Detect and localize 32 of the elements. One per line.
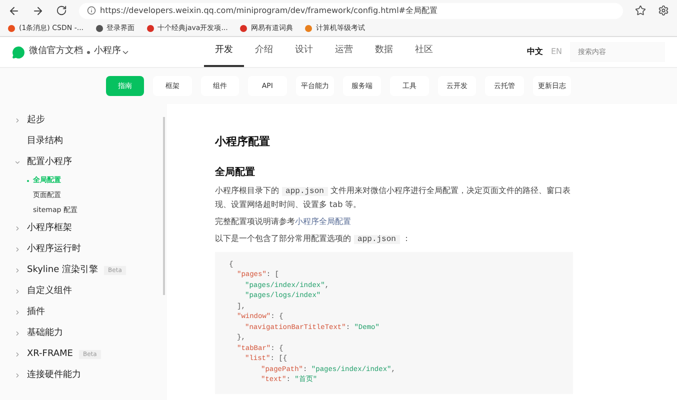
sidebar-item[interactable]: 自定义组件 — [14, 281, 167, 302]
sidebar-item[interactable]: 目录结构 — [14, 131, 167, 152]
product-menu[interactable]: 小程序 — [94, 45, 121, 59]
address-bar[interactable]: https://developers.weixin.qq.com/miniprogram/dev/framework/config.html#全局配置 — [79, 2, 623, 18]
sidebar-item[interactable]: 配置小程序 — [14, 152, 167, 173]
brand-title: 微信官方文档 — [29, 45, 83, 58]
sidebar-item[interactable]: 连接硬件能力 — [14, 365, 167, 386]
nav-tab[interactable]: 数据 — [364, 37, 404, 67]
paragraph: 完整配置项说明请参考小程序全局配置 — [215, 216, 352, 228]
nav-tab[interactable]: 设计 — [284, 37, 324, 67]
forward-icon[interactable] — [32, 4, 44, 16]
sidebar-item[interactable]: 起步 — [14, 110, 167, 131]
scrollbar-thumb[interactable] — [163, 117, 165, 295]
settings-icon[interactable] — [658, 5, 669, 16]
page-title: 小程序配置 — [215, 134, 271, 150]
back-icon[interactable] — [8, 4, 20, 16]
favorites-icon[interactable] — [635, 5, 646, 16]
sidebar-item[interactable]: 小程序框架 — [14, 218, 167, 239]
paragraph: 小程序根目录下的 app.json 文件用来对微信小程序进行全局配置，决定页面文件的路径、窗口表现、设置网络超时时间、设置多 tab 等。 — [215, 184, 572, 210]
nav-tab[interactable]: 介绍 — [244, 37, 284, 67]
section-title: 全局配置 — [215, 166, 256, 180]
site-info-icon[interactable] — [87, 6, 96, 15]
sidebar-item[interactable]: 插件 — [14, 302, 167, 323]
nav-tab[interactable]: 社区 — [404, 37, 444, 67]
language-option[interactable]: 中文 — [526, 46, 543, 58]
paragraph: 以下是一个包含了部分常用配置选项的 app.json ： — [215, 232, 412, 246]
reload-icon[interactable] — [56, 5, 67, 16]
sidebar-item[interactable]: 小程序运行时 — [14, 239, 167, 260]
logo-icon — [12, 46, 25, 58]
nav-tab[interactable]: 运营 — [324, 37, 364, 67]
doc-link[interactable]: 小程序全局配置 — [295, 216, 351, 226]
sidebar-item[interactable]: 基础能力 — [14, 323, 167, 344]
